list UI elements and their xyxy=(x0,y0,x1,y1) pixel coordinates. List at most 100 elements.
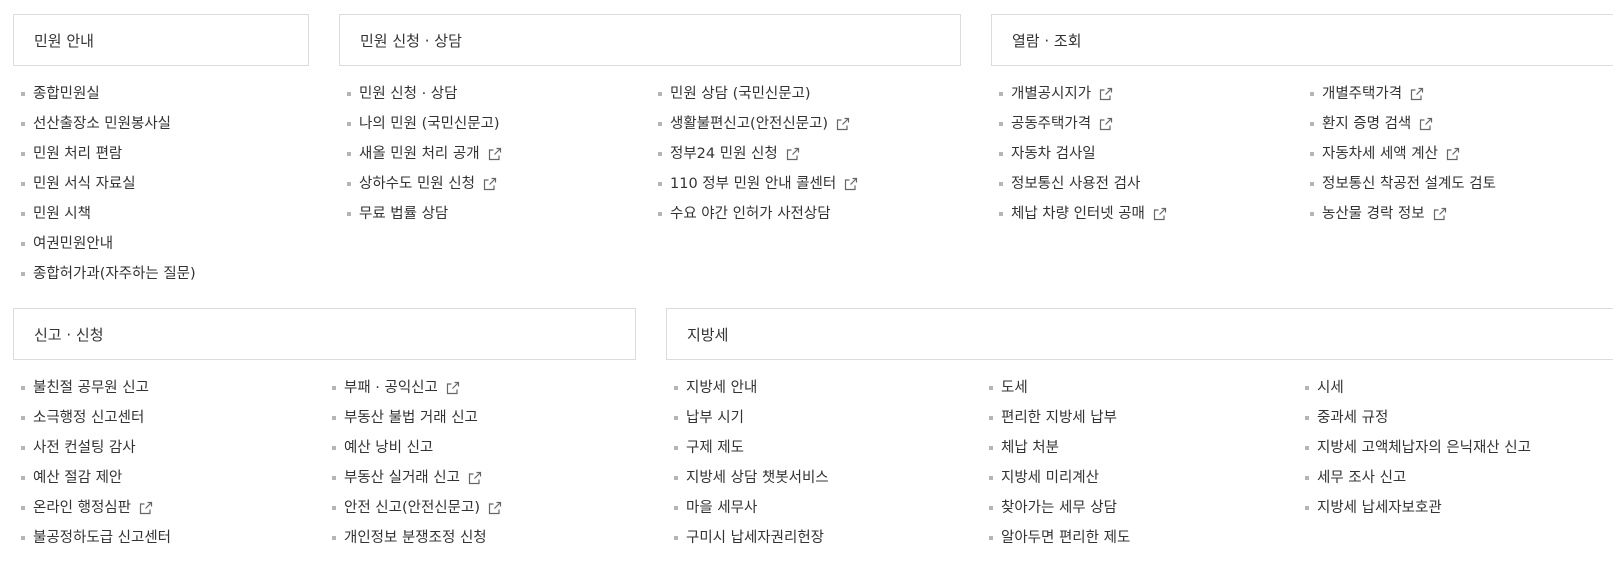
link-label[interactable]: 110 정부 민원 안내 콜센터 xyxy=(670,169,836,199)
link-item[interactable]: 개인정보 분쟁조정 신청 xyxy=(332,523,502,553)
link-label[interactable]: 정부24 민원 신청 xyxy=(670,139,778,169)
link-label[interactable]: 시세 xyxy=(1317,373,1344,403)
link-label[interactable]: 나의 민원 (국민신문고) xyxy=(359,109,500,139)
link-item[interactable]: 수요 야간 인허가 사전상담 xyxy=(658,199,858,229)
external-link-icon[interactable] xyxy=(1410,87,1424,101)
link-item[interactable]: 도세 xyxy=(989,373,1130,403)
link-item[interactable]: 개별주택가격 xyxy=(1310,79,1496,109)
external-link-icon[interactable] xyxy=(1099,87,1113,101)
link-item[interactable]: 정보통신 사용전 검사 xyxy=(999,169,1167,199)
link-item[interactable]: 온라인 행정심판 xyxy=(21,493,171,523)
link-item[interactable]: 부패 · 공익신고 xyxy=(332,373,502,403)
link-label[interactable]: 체납 차량 인터넷 공매 xyxy=(1011,199,1145,229)
link-item[interactable]: 자동차세 세액 계산 xyxy=(1310,139,1496,169)
link-item[interactable]: 예산 낭비 신고 xyxy=(332,433,502,463)
link-item[interactable]: 자동차 검사일 xyxy=(999,139,1167,169)
link-label[interactable]: 정보통신 착공전 설계도 검토 xyxy=(1322,169,1496,199)
link-label[interactable]: 지방세 미리계산 xyxy=(1001,463,1099,493)
external-link-icon[interactable] xyxy=(1419,117,1433,131)
link-label[interactable]: 안전 신고(안전신문고) xyxy=(344,493,480,523)
external-link-icon[interactable] xyxy=(139,501,153,515)
link-item[interactable]: 알아두면 편리한 제도 xyxy=(989,523,1130,553)
external-link-icon[interactable] xyxy=(844,177,858,191)
external-link-icon[interactable] xyxy=(483,177,497,191)
external-link-icon[interactable] xyxy=(836,117,850,131)
link-item[interactable]: 지방세 상담 챗봇서비스 xyxy=(674,463,829,493)
link-label[interactable]: 개별주택가격 xyxy=(1322,79,1402,109)
link-label[interactable]: 생활불편신고(안전신문고) xyxy=(670,109,828,139)
link-label[interactable]: 종합허가과(자주하는 질문) xyxy=(33,259,196,289)
link-label[interactable]: 구제 제도 xyxy=(686,433,744,463)
link-item[interactable]: 무료 법률 상담 xyxy=(347,199,502,229)
link-label[interactable]: 구미시 납세자권리헌장 xyxy=(686,523,824,553)
link-label[interactable]: 부동산 실거래 신고 xyxy=(344,463,460,493)
link-label[interactable]: 예산 낭비 신고 xyxy=(344,433,433,463)
link-item[interactable]: 상하수도 민원 신청 xyxy=(347,169,502,199)
link-item[interactable]: 정부24 민원 신청 xyxy=(658,139,858,169)
link-item[interactable]: 지방세 고액체납자의 은닉재산 신고 xyxy=(1305,433,1531,463)
link-label[interactable]: 민원 상담 (국민신문고) xyxy=(670,79,811,109)
link-label[interactable]: 부동산 불법 거래 신고 xyxy=(344,403,478,433)
link-label[interactable]: 도세 xyxy=(1001,373,1028,403)
external-link-icon[interactable] xyxy=(1099,117,1113,131)
external-link-icon[interactable] xyxy=(1153,207,1167,221)
link-item[interactable]: 민원 신청 · 상담 xyxy=(347,79,502,109)
link-label[interactable]: 환지 증명 검색 xyxy=(1322,109,1411,139)
link-item[interactable]: 부동산 실거래 신고 xyxy=(332,463,502,493)
link-item[interactable]: 농산물 경락 정보 xyxy=(1310,199,1496,229)
link-item[interactable]: 구제 제도 xyxy=(674,433,829,463)
link-label[interactable]: 납부 시기 xyxy=(686,403,744,433)
link-item[interactable]: 생활불편신고(안전신문고) xyxy=(658,109,858,139)
external-link-icon[interactable] xyxy=(1433,207,1447,221)
link-item[interactable]: 시세 xyxy=(1305,373,1531,403)
link-label[interactable]: 알아두면 편리한 제도 xyxy=(1001,523,1130,553)
link-item[interactable]: 지방세 안내 xyxy=(674,373,829,403)
link-item[interactable]: 민원 처리 편람 xyxy=(21,139,196,169)
link-item[interactable]: 민원 서식 자료실 xyxy=(21,169,196,199)
link-label[interactable]: 종합민원실 xyxy=(33,79,100,109)
link-label[interactable]: 예산 절감 제안 xyxy=(33,463,122,493)
link-label[interactable]: 자동차 검사일 xyxy=(1011,139,1096,169)
link-label[interactable]: 편리한 지방세 납부 xyxy=(1001,403,1117,433)
link-item[interactable]: 불공정하도급 신고센터 xyxy=(21,523,171,553)
link-item[interactable]: 지방세 미리계산 xyxy=(989,463,1130,493)
link-label[interactable]: 정보통신 사용전 검사 xyxy=(1011,169,1140,199)
link-label[interactable]: 자동차세 세액 계산 xyxy=(1322,139,1438,169)
link-label[interactable]: 체납 처분 xyxy=(1001,433,1059,463)
link-item[interactable]: 부동산 불법 거래 신고 xyxy=(332,403,502,433)
link-item[interactable]: 110 정부 민원 안내 콜센터 xyxy=(658,169,858,199)
link-label[interactable]: 공동주택가격 xyxy=(1011,109,1091,139)
link-label[interactable]: 온라인 행정심판 xyxy=(33,493,131,523)
link-label[interactable]: 선산출장소 민원봉사실 xyxy=(33,109,171,139)
link-item[interactable]: 선산출장소 민원봉사실 xyxy=(21,109,196,139)
link-item[interactable]: 종합허가과(자주하는 질문) xyxy=(21,259,196,289)
link-item[interactable]: 예산 절감 제안 xyxy=(21,463,171,493)
link-label[interactable]: 민원 서식 자료실 xyxy=(33,169,136,199)
link-item[interactable]: 납부 시기 xyxy=(674,403,829,433)
link-label[interactable]: 지방세 상담 챗봇서비스 xyxy=(686,463,829,493)
link-item[interactable]: 마을 세무사 xyxy=(674,493,829,523)
link-label[interactable]: 소극행정 신고센터 xyxy=(33,403,144,433)
link-label[interactable]: 찾아가는 세무 상담 xyxy=(1001,493,1117,523)
link-label[interactable]: 지방세 안내 xyxy=(686,373,757,403)
link-item[interactable]: 정보통신 착공전 설계도 검토 xyxy=(1310,169,1496,199)
link-item[interactable]: 불친절 공무원 신고 xyxy=(21,373,171,403)
link-item[interactable]: 소극행정 신고센터 xyxy=(21,403,171,433)
link-label[interactable]: 수요 야간 인허가 사전상담 xyxy=(670,199,831,229)
link-label[interactable]: 사전 컨설팅 감사 xyxy=(33,433,136,463)
link-item[interactable]: 개별공시지가 xyxy=(999,79,1167,109)
external-link-icon[interactable] xyxy=(786,147,800,161)
link-item[interactable]: 세무 조사 신고 xyxy=(1305,463,1531,493)
link-item[interactable]: 편리한 지방세 납부 xyxy=(989,403,1130,433)
link-item[interactable]: 안전 신고(안전신문고) xyxy=(332,493,502,523)
link-label[interactable]: 농산물 경락 정보 xyxy=(1322,199,1425,229)
link-label[interactable]: 민원 시책 xyxy=(33,199,91,229)
external-link-icon[interactable] xyxy=(468,471,482,485)
external-link-icon[interactable] xyxy=(446,381,460,395)
link-item[interactable]: 체납 차량 인터넷 공매 xyxy=(999,199,1167,229)
link-label[interactable]: 불친절 공무원 신고 xyxy=(33,373,149,403)
link-item[interactable]: 구미시 납세자권리헌장 xyxy=(674,523,829,553)
link-item[interactable]: 중과세 규정 xyxy=(1305,403,1531,433)
link-label[interactable]: 지방세 고액체납자의 은닉재산 신고 xyxy=(1317,433,1531,463)
link-item[interactable]: 나의 민원 (국민신문고) xyxy=(347,109,502,139)
